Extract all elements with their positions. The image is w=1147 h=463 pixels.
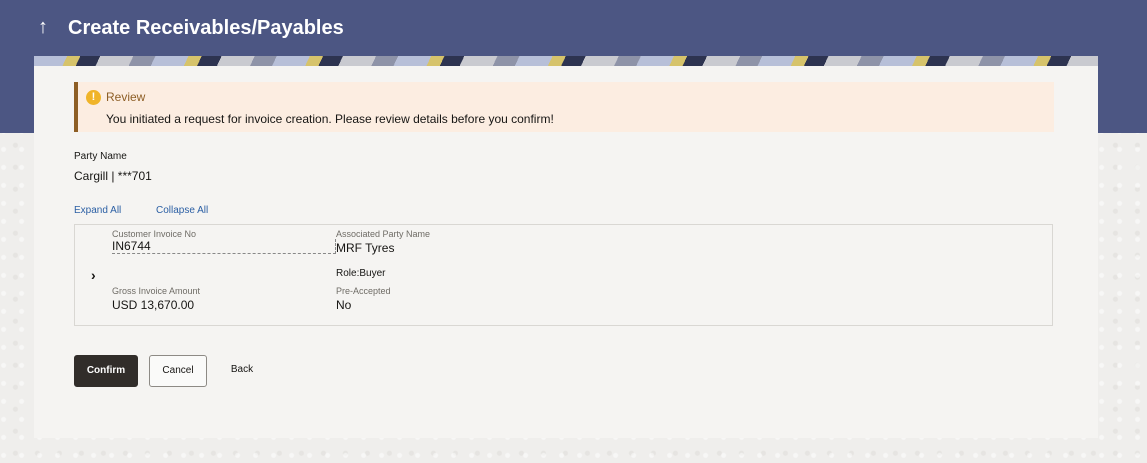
review-title: Review bbox=[106, 90, 146, 104]
role-value: Role:Buyer bbox=[336, 268, 386, 279]
expand-all-link[interactable]: Expand All bbox=[74, 205, 121, 216]
cancel-button[interactable]: Cancel bbox=[149, 355, 207, 387]
chevron-right-icon[interactable]: › bbox=[91, 267, 103, 283]
customer-invoice-no-value: IN6744 bbox=[112, 239, 336, 254]
confirm-button[interactable]: Confirm bbox=[74, 355, 138, 387]
gross-invoice-amount-label: Gross Invoice Amount bbox=[112, 286, 201, 296]
gross-invoice-amount-value: USD 13,670.00 bbox=[112, 298, 195, 312]
collapse-all-link[interactable]: Collapse All bbox=[156, 205, 208, 216]
party-name-value: Cargill | ***701 bbox=[74, 169, 152, 183]
review-alert: ! Review You initiated a request for inv… bbox=[74, 82, 1054, 132]
arrow-up-icon[interactable]: ↑ bbox=[38, 14, 54, 40]
info-icon: ! bbox=[86, 90, 101, 105]
associated-party-name-label: Associated Party Name bbox=[336, 229, 431, 239]
back-button[interactable]: Back bbox=[222, 355, 262, 387]
pre-accepted-label: Pre-Accepted bbox=[336, 286, 391, 296]
main-card: ! Review You initiated a request for inv… bbox=[34, 66, 1098, 438]
party-name-label: Party Name bbox=[74, 151, 127, 162]
page-title: Create Receivables/Payables bbox=[68, 17, 344, 39]
associated-party-name-value: MRF Tyres bbox=[336, 241, 395, 255]
review-message: You initiated a request for invoice crea… bbox=[106, 112, 554, 126]
decorative-banner-stripe bbox=[34, 56, 1098, 66]
pre-accepted-value: No bbox=[336, 298, 352, 312]
invoice-accordion-row: › Customer Invoice No IN6744 Associated … bbox=[74, 224, 1053, 326]
